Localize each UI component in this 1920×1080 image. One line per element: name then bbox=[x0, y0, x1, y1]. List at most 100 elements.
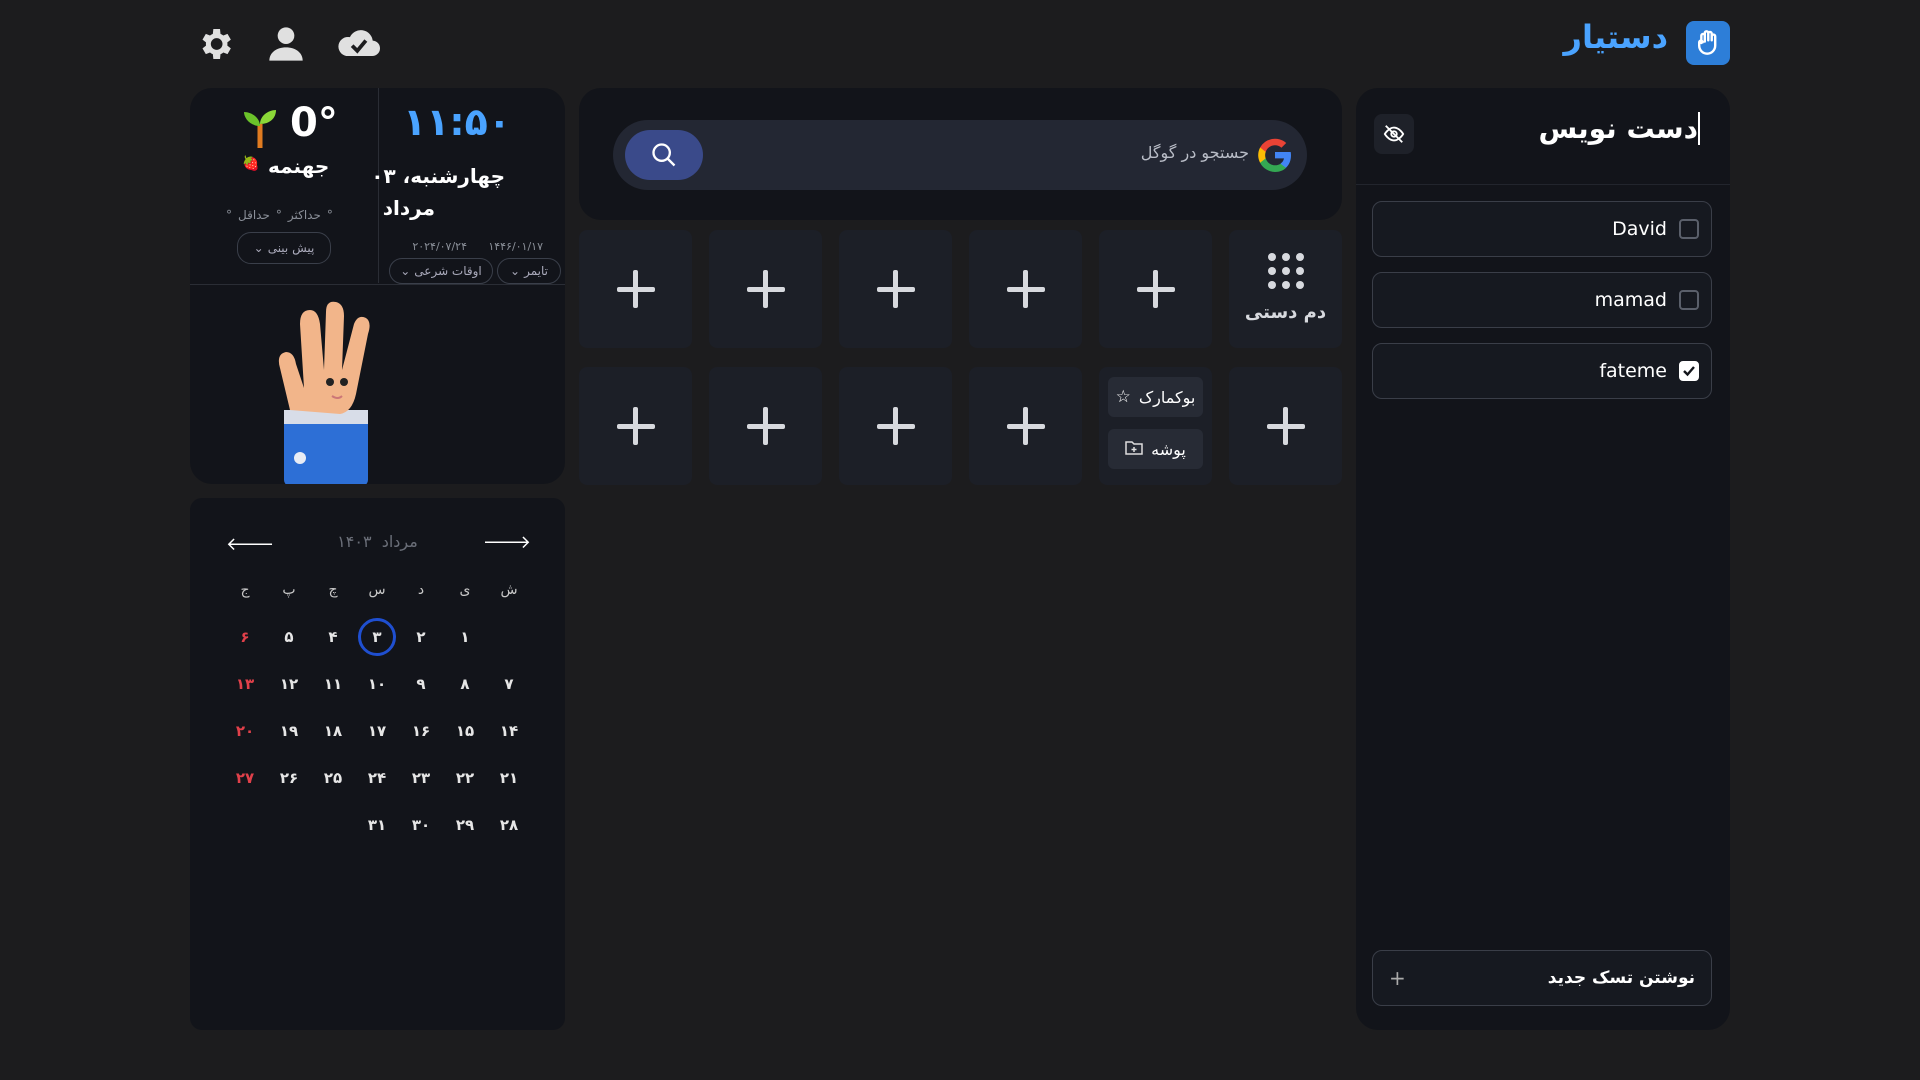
calendar-day[interactable]: ۶ bbox=[223, 613, 267, 660]
calendar-day[interactable]: ۲۲ bbox=[443, 754, 487, 801]
weekday-header: د bbox=[417, 581, 425, 598]
add-shortcut-button[interactable] bbox=[839, 230, 952, 348]
gregorian-date: ۲۰۲۴/۰۷/۲۴ bbox=[412, 240, 467, 253]
calendar-day[interactable]: ۲۰ bbox=[223, 707, 267, 754]
task-checkbox[interactable] bbox=[1679, 290, 1699, 310]
apps-label: دم دستی bbox=[1244, 302, 1327, 323]
calendar-day[interactable]: ۱۸ bbox=[311, 707, 355, 754]
calendar-day[interactable]: ۲ bbox=[399, 613, 443, 660]
chevron-down-icon: ⌄ bbox=[400, 264, 411, 278]
calendar-day[interactable]: ۷ bbox=[487, 660, 531, 707]
calendar-day[interactable]: ۱۴ bbox=[487, 707, 531, 754]
task-item[interactable]: fateme bbox=[1372, 343, 1712, 399]
task-checkbox[interactable] bbox=[1679, 219, 1699, 239]
calendar-day[interactable]: ۲۷ bbox=[223, 754, 267, 801]
add-shortcut-button[interactable] bbox=[579, 230, 692, 348]
calendar-widget: 🡐 🡒 مرداد ۱۴۰۳ ش ی د س چ پ ج ۱ ۲ ۳ ۴ ۵ ۶ ۷ ۸ ۹ ۱۰ ۱۱ ۱۲ ۱۳ ۱… bbox=[190, 498, 565, 1030]
task-label: fateme bbox=[1599, 360, 1667, 382]
calendar-day[interactable]: ۱۲ bbox=[267, 660, 311, 707]
timer-button[interactable]: ⌄ تایمر bbox=[497, 258, 561, 284]
chevron-down-icon: ⌄ bbox=[253, 241, 264, 255]
calendar-day[interactable]: ۱۳ bbox=[223, 660, 267, 707]
calendar-day[interactable]: ۵ bbox=[267, 613, 311, 660]
sprout-icon bbox=[242, 104, 278, 152]
weekday-header: ج bbox=[240, 581, 250, 598]
settings-icon[interactable] bbox=[193, 22, 237, 66]
chevron-down-icon: ⌄ bbox=[510, 264, 521, 278]
calendar-day[interactable]: ۴ bbox=[311, 613, 355, 660]
today-marker[interactable]: ۳ bbox=[358, 617, 396, 656]
weekday-header: س bbox=[368, 581, 386, 598]
cloud-check-icon[interactable] bbox=[334, 22, 384, 66]
task-label: mamad bbox=[1594, 289, 1667, 311]
calendar-day[interactable]: ۱۶ bbox=[399, 707, 443, 754]
task-label: David bbox=[1612, 218, 1667, 240]
apps-tile[interactable]: دم دستی bbox=[1229, 230, 1342, 348]
city-name: جهنمه bbox=[268, 154, 330, 178]
hand-logo-icon bbox=[1686, 21, 1730, 65]
calendar-day[interactable]: ۱ bbox=[443, 613, 487, 660]
calendar-day[interactable]: ۱۵ bbox=[443, 707, 487, 754]
calendar-day[interactable]: ۲۱ bbox=[487, 754, 531, 801]
calendar-day[interactable]: ۱۰ bbox=[355, 660, 399, 707]
calendar-month-year: مرداد ۱۴۰۳ bbox=[337, 532, 418, 551]
add-folder-button[interactable]: پوشه bbox=[1108, 429, 1203, 469]
task-list: David mamad fateme bbox=[1372, 201, 1712, 399]
calendar-day[interactable]: ۳۰ bbox=[399, 801, 443, 848]
add-shortcut-button[interactable] bbox=[709, 230, 822, 348]
weekday-header: پ bbox=[282, 581, 296, 598]
hide-eye-icon[interactable] bbox=[1374, 114, 1414, 154]
add-shortcut-button[interactable] bbox=[969, 367, 1082, 485]
search-button[interactable] bbox=[625, 130, 703, 180]
calendar-grid: ش ی د س چ پ ج ۱ ۲ ۳ ۴ ۵ ۶ ۷ ۸ ۹ ۱۰ ۱۱ ۱۲ ۱۳ ۱۴ ۱۵ ۱۶ ۱۷ ۱۸ ۱۹ ۲۰ ۲۱… bbox=[223, 566, 531, 848]
calendar-day[interactable]: ۲۹ bbox=[443, 801, 487, 848]
weekday-header: ش bbox=[500, 581, 518, 598]
notes-title[interactable]: دست نویس bbox=[1539, 112, 1700, 145]
temperature: 0° bbox=[290, 100, 338, 146]
prayer-times-button[interactable]: ⌄ اوقات شرعی bbox=[389, 258, 493, 284]
add-shortcut-button[interactable] bbox=[969, 230, 1082, 348]
add-shortcut-button[interactable] bbox=[1099, 230, 1212, 348]
calendar-day[interactable]: ۳۱ bbox=[355, 801, 399, 848]
calendar-day[interactable]: ۹ bbox=[399, 660, 443, 707]
calendar-day[interactable]: ۲۶ bbox=[267, 754, 311, 801]
task-item[interactable]: mamad bbox=[1372, 272, 1712, 328]
hijri-date: ۱۴۴۶/۰۱/۱۷ bbox=[488, 240, 543, 253]
calendar-day[interactable]: ۱۷ bbox=[355, 707, 399, 754]
weekday-header: ی bbox=[459, 581, 471, 598]
calendar-empty-cell bbox=[487, 613, 531, 660]
calendar-day[interactable]: ۲۳ bbox=[399, 754, 443, 801]
calendar-day[interactable]: ۳ bbox=[355, 613, 399, 660]
add-shortcut-button[interactable] bbox=[709, 367, 822, 485]
calendar-day[interactable]: ۲۸ bbox=[487, 801, 531, 848]
clock-time: ۱۱:۵۰ bbox=[403, 100, 511, 144]
google-icon bbox=[1257, 137, 1293, 177]
forecast-button[interactable]: ⌄ پیش بینی bbox=[237, 232, 331, 264]
calendar-day[interactable]: ۸ bbox=[443, 660, 487, 707]
plus-icon[interactable]: + bbox=[1389, 966, 1406, 990]
brand-name: دستیار bbox=[1563, 18, 1668, 56]
calendar-day[interactable]: ۱۹ bbox=[267, 707, 311, 754]
search-bar[interactable]: جستجو در گوگل bbox=[613, 120, 1307, 190]
new-task-input[interactable]: نوشتن تسک جدید + bbox=[1372, 950, 1712, 1006]
add-bookmark-button[interactable]: ☆ بوکمارک bbox=[1108, 377, 1203, 417]
date-weekday: چهارشنبه، ۰۳ bbox=[371, 164, 505, 188]
weekday-header: چ bbox=[328, 581, 338, 598]
add-shortcut-button[interactable] bbox=[839, 367, 952, 485]
waving-hand-illustration bbox=[260, 298, 380, 488]
search-input[interactable]: جستجو در گوگل bbox=[1141, 143, 1249, 162]
clock-weather-widget: ۱۱:۵۰ چهارشنبه، ۰۳ مرداد ۱۴۴۶/۰۱/۱۷ ۲۰۲۴… bbox=[190, 88, 565, 486]
strawberry-icon: 🍓 bbox=[242, 156, 260, 172]
add-shortcut-button[interactable] bbox=[579, 367, 692, 485]
calendar-day[interactable]: ۱۱ bbox=[311, 660, 355, 707]
calendar-day[interactable]: ۲۵ bbox=[311, 754, 355, 801]
task-item[interactable]: David bbox=[1372, 201, 1712, 257]
search-panel: جستجو در گوگل bbox=[579, 88, 1342, 220]
star-icon: ☆ bbox=[1115, 387, 1131, 407]
task-checkbox[interactable] bbox=[1679, 361, 1699, 381]
user-icon[interactable] bbox=[264, 22, 308, 66]
calendar-day[interactable]: ۲۴ bbox=[355, 754, 399, 801]
date-month: مرداد bbox=[382, 196, 435, 220]
add-shortcut-button[interactable] bbox=[1229, 367, 1342, 485]
search-icon bbox=[652, 143, 676, 167]
